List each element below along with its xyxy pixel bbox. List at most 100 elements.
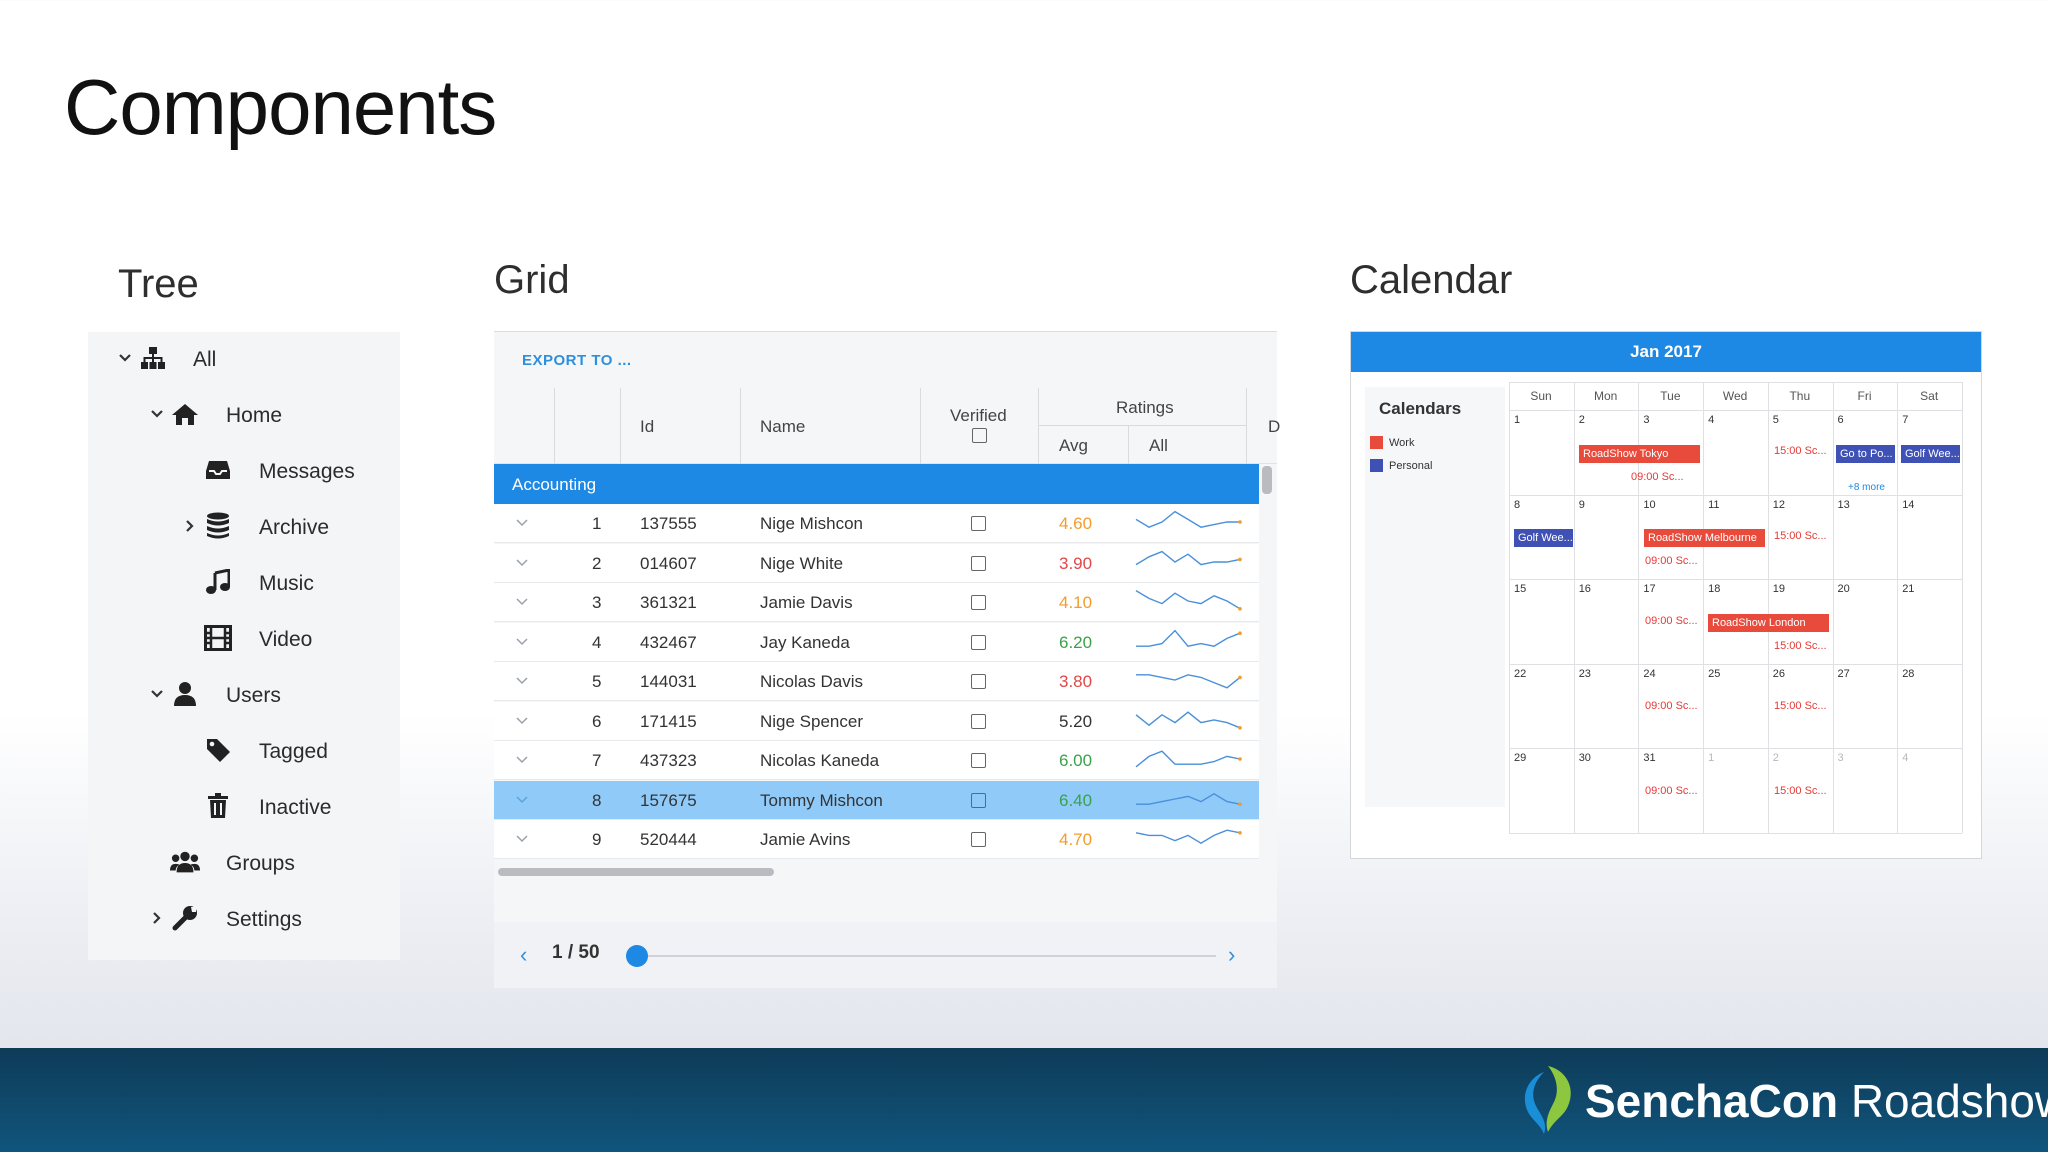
table-row[interactable]: 9 520444 Jamie Avins 4.70 — [494, 820, 1259, 859]
table-row[interactable]: 4 432467 Jay Kaneda 6.20 — [494, 622, 1259, 662]
column-header-id[interactable]: Id — [640, 417, 654, 437]
calendar-day-cell[interactable]: 25 — [1708, 668, 1720, 680]
page-slider-thumb[interactable] — [626, 945, 648, 967]
calendar-day-cell[interactable]: 26 — [1773, 668, 1785, 680]
verified-checkbox[interactable] — [971, 832, 986, 847]
tree-node-inactive[interactable]: Inactive — [88, 786, 400, 826]
calendar-day-cell[interactable]: 8 — [1514, 499, 1520, 511]
tree-node-video[interactable]: Video — [88, 618, 400, 658]
event-golf-weekend[interactable]: Golf Wee... — [1514, 529, 1573, 547]
column-header-all[interactable]: All — [1149, 436, 1168, 456]
calendar-day-cell[interactable]: 4 — [1708, 414, 1714, 426]
verified-checkbox[interactable] — [971, 792, 986, 808]
row-expand-chevron-icon[interactable] — [516, 598, 528, 606]
table-row[interactable]: 7 437323 Nicolas Kaneda 6.00 — [494, 741, 1259, 780]
next-page-button[interactable]: › — [1228, 942, 1235, 968]
calendar-day-cell[interactable]: 15 — [1514, 583, 1526, 595]
more-events-link[interactable]: +8 more — [1848, 482, 1885, 493]
calendar-day-cell[interactable]: 24 — [1643, 668, 1655, 680]
row-expand-chevron-icon[interactable] — [516, 558, 528, 567]
tree-node-archive[interactable]: Archive — [88, 506, 400, 546]
table-row[interactable]: 6 171415 Nige Spencer 5.20 — [494, 701, 1259, 741]
chevron-right-icon[interactable] — [150, 911, 164, 925]
table-row[interactable]: 5 144031 Nicolas Davis 3.80 — [494, 662, 1259, 701]
calendar-legend-personal[interactable]: Personal — [1370, 459, 1432, 472]
calendar-day-cell[interactable]: 11 — [1708, 499, 1719, 511]
calendar-day-cell[interactable]: 2 — [1579, 414, 1585, 426]
group-header-row[interactable]: Accounting — [494, 464, 1259, 504]
row-expand-chevron-icon[interactable] — [516, 637, 528, 646]
calendar-day-cell[interactable]: 20 — [1838, 583, 1850, 595]
calendar-day-cell[interactable]: 16 — [1579, 583, 1591, 595]
tree-node-tagged[interactable]: Tagged — [88, 730, 400, 770]
column-header-verified[interactable]: Verified — [950, 406, 1007, 426]
calendar-day-cell[interactable]: 29 — [1514, 752, 1526, 764]
tree-node-groups[interactable]: Groups — [88, 842, 400, 882]
chevron-down-icon[interactable] — [150, 687, 164, 701]
chevron-right-icon[interactable] — [183, 519, 197, 533]
tree-node-messages[interactable]: Messages — [88, 450, 400, 490]
table-row[interactable]: 3 361321 Jamie Davis 4.10 — [494, 583, 1259, 622]
verified-checkbox[interactable] — [971, 674, 986, 689]
calendar-day-cell[interactable]: 14 — [1902, 499, 1914, 511]
calendar-day-cell[interactable]: 30 — [1579, 752, 1591, 764]
column-header-name[interactable]: Name — [760, 417, 805, 437]
prev-page-button[interactable]: ‹ — [520, 942, 527, 968]
event-time[interactable]: 15:00 Sc... — [1774, 445, 1827, 457]
calendar-day-cell[interactable]: 6 — [1838, 414, 1844, 426]
event-time[interactable]: 09:00 Sc... — [1645, 555, 1698, 567]
calendar-day-cell[interactable]: 27 — [1838, 668, 1850, 680]
event-time[interactable]: 09:00 Sc... — [1645, 785, 1698, 797]
tree-node-all[interactable]: All — [88, 338, 400, 378]
table-row[interactable]: 2 014607 Nige White 3.90 — [494, 543, 1259, 583]
row-expand-chevron-icon[interactable] — [516, 716, 528, 725]
event-time[interactable]: 15:00 Sc... — [1774, 700, 1827, 712]
verified-checkbox[interactable] — [971, 516, 986, 531]
horizontal-scrollbar[interactable] — [498, 868, 774, 876]
calendar-day-cell[interactable]: 5 — [1773, 414, 1779, 426]
verified-checkbox[interactable] — [971, 555, 986, 571]
table-row[interactable]: 8 157675 Tommy Mishcon 6.40 — [494, 780, 1259, 820]
table-row[interactable]: 1 137555 Nige Mishcon 4.60 — [494, 504, 1259, 543]
calendar-day-cell[interactable]: 9 — [1579, 499, 1585, 511]
event-time[interactable]: 15:00 Sc... — [1774, 785, 1827, 797]
calendar-day-cell[interactable]: 1 — [1708, 752, 1714, 764]
event-roadshow-tokyo[interactable]: RoadShow Tokyo — [1579, 445, 1700, 463]
calendar-day-cell[interactable]: 31 — [1643, 752, 1655, 764]
verified-checkbox[interactable] — [971, 595, 986, 610]
chevron-down-icon[interactable] — [150, 407, 164, 421]
calendar-day-cell[interactable]: 23 — [1579, 668, 1591, 680]
row-expand-chevron-icon[interactable] — [516, 795, 528, 804]
row-expand-chevron-icon[interactable] — [516, 677, 528, 685]
calendar-day-cell[interactable]: 10 — [1643, 499, 1655, 511]
calendar-day-cell[interactable]: 21 — [1902, 583, 1914, 595]
row-expand-chevron-icon[interactable] — [516, 835, 528, 843]
verified-checkbox[interactable] — [971, 634, 986, 650]
calendar-day-cell[interactable]: 12 — [1773, 499, 1785, 511]
calendar-day-cell[interactable]: 19 — [1773, 583, 1785, 595]
event-time[interactable]: 09:00 Sc... — [1645, 700, 1698, 712]
calendar-day-cell[interactable]: 1 — [1514, 414, 1520, 426]
tree-node-settings[interactable]: Settings — [88, 898, 400, 938]
event-golf-weekend[interactable]: Golf Wee... — [1901, 445, 1960, 463]
event-roadshow-london[interactable]: RoadShow London — [1708, 614, 1829, 632]
row-expand-chevron-icon[interactable] — [516, 519, 528, 527]
event-time[interactable]: 09:00 Sc... — [1645, 615, 1698, 627]
vertical-scrollbar[interactable] — [1262, 466, 1272, 494]
page-slider-track[interactable] — [636, 955, 1216, 957]
export-button[interactable]: EXPORT TO ... — [522, 352, 632, 369]
event-roadshow-melbourne[interactable]: RoadShow Melbourne — [1644, 529, 1765, 547]
calendar-day-cell[interactable]: 3 — [1838, 752, 1844, 764]
calendar-day-cell[interactable]: 7 — [1902, 414, 1908, 426]
column-header-ratings[interactable]: Ratings — [1116, 398, 1174, 418]
event-time[interactable]: 15:00 Sc... — [1774, 640, 1827, 652]
chevron-down-icon[interactable] — [118, 351, 132, 365]
calendar-day-cell[interactable]: 3 — [1643, 414, 1649, 426]
calendar-day-cell[interactable]: 13 — [1838, 499, 1850, 511]
calendar-day-cell[interactable]: 28 — [1902, 668, 1914, 680]
row-expand-chevron-icon[interactable] — [516, 756, 528, 764]
tree-node-music[interactable]: Music — [88, 562, 400, 602]
calendar-day-cell[interactable]: 2 — [1773, 752, 1779, 764]
tree-node-users[interactable]: Users — [88, 674, 400, 714]
column-header-d[interactable]: D — [1268, 417, 1280, 437]
